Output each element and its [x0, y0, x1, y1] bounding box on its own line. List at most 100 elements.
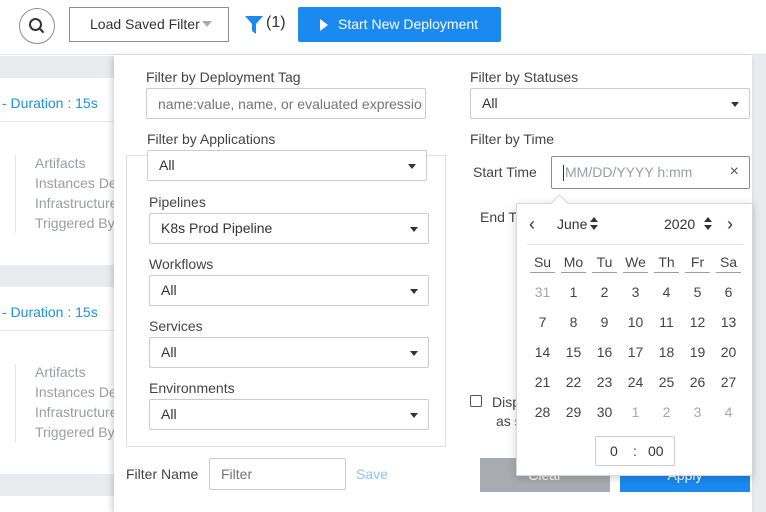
deployment-meta: Artifacts Instances Deployed Infrastruct… [35, 362, 115, 442]
chevron-down-icon [408, 164, 416, 169]
calendar-day[interactable]: 26 [682, 372, 713, 402]
applications-label: Filter by Applications [147, 131, 276, 147]
calendar-day[interactable]: 25 [651, 372, 682, 402]
deployment-duration[interactable]: - Duration : 15s [2, 95, 98, 111]
weekday-label: Sa [716, 252, 741, 273]
time-input[interactable]: 0 : 00 [595, 436, 675, 466]
display-checkbox-label-line1: Display [492, 394, 516, 410]
weekday-label: Fr [685, 252, 710, 273]
load-saved-filter-label: Load Saved Filter [90, 16, 200, 32]
calendar-day[interactable]: 9 [589, 312, 620, 342]
calendar-day[interactable]: 1 [558, 282, 589, 312]
filter-funnel-icon[interactable] [244, 14, 264, 36]
calendar-day[interactable]: 4 [713, 402, 744, 432]
deployment-duration[interactable]: - Duration : 15s [2, 304, 98, 320]
calendar-day[interactable]: 22 [558, 372, 589, 402]
calendar-day[interactable]: 15 [558, 342, 589, 372]
pipelines-select[interactable]: K8s Prod Pipeline [149, 213, 429, 244]
calendar-day[interactable]: 28 [527, 402, 558, 432]
calendar-day[interactable]: 10 [620, 312, 651, 342]
filter-name-label: Filter Name [126, 466, 199, 482]
calendar-day[interactable]: 3 [620, 282, 651, 312]
search-icon [29, 18, 44, 33]
calendar-week: 28 29 30 1 2 3 4 [527, 402, 747, 432]
calendar-day[interactable]: 12 [682, 312, 713, 342]
end-time-label: End Time [480, 209, 516, 225]
start-time-input[interactable]: MM/DD/YYYY h:mm × [551, 156, 750, 189]
calendar-day[interactable]: 27 [713, 372, 744, 402]
calendar-day[interactable]: 2 [589, 282, 620, 312]
calendar-day[interactable]: 16 [589, 342, 620, 372]
workflows-select[interactable]: All [149, 275, 429, 306]
calendar-day[interactable]: 14 [527, 342, 558, 372]
calendar-week: 31 1 2 3 4 5 6 [527, 282, 747, 312]
statuses-select[interactable]: All [470, 88, 750, 119]
sort-updown-icon[interactable] [704, 217, 712, 231]
list-band [0, 474, 115, 496]
services-select[interactable]: All [149, 337, 429, 368]
clear-icon[interactable]: × [730, 163, 739, 181]
calendar-day[interactable]: 31 [527, 282, 558, 312]
chevron-down-icon [410, 289, 418, 294]
deployment-tag-label: Filter by Deployment Tag [146, 69, 301, 85]
chevron-left-icon[interactable]: ‹ [529, 214, 535, 235]
calendar-day[interactable]: 2 [651, 402, 682, 432]
calendar-day[interactable]: 21 [527, 372, 558, 402]
save-filter-link[interactable]: Save [356, 466, 388, 482]
applications-select[interactable]: All [147, 150, 427, 181]
calendar-day[interactable]: 20 [713, 342, 744, 372]
applications-value: All [159, 157, 175, 173]
environments-value: All [161, 406, 177, 422]
weekday-label: Th [654, 252, 679, 273]
chevron-right-icon[interactable]: › [727, 214, 733, 235]
start-new-deployment-button[interactable]: Start New Deployment [298, 7, 501, 42]
load-saved-filter-dropdown[interactable]: Load Saved Filter [69, 7, 229, 42]
deployment-tag-input[interactable] [146, 88, 426, 119]
calendar-day[interactable]: 6 [713, 282, 744, 312]
weekday-header-row: Su Mo Tu We Th Fr Sa [527, 252, 747, 282]
filter-name-input[interactable] [209, 458, 346, 490]
weekday-label: We [623, 252, 648, 273]
calendar-day[interactable]: 24 [620, 372, 651, 402]
minute-field[interactable]: 00 [648, 443, 664, 459]
calendar-day[interactable]: 11 [651, 312, 682, 342]
display-checkbox[interactable] [470, 395, 482, 407]
calendar-day[interactable]: 17 [620, 342, 651, 372]
calendar-day[interactable]: 30 [589, 402, 620, 432]
divider [15, 155, 16, 233]
month-select[interactable]: June [557, 216, 587, 232]
sort-updown-icon[interactable] [590, 217, 598, 231]
calendar-day[interactable]: 29 [558, 402, 589, 432]
calendar-day[interactable]: 19 [682, 342, 713, 372]
calendar-day[interactable]: 5 [682, 282, 713, 312]
calendar-day[interactable]: 8 [558, 312, 589, 342]
calendar-day[interactable]: 4 [651, 282, 682, 312]
calendar-day[interactable]: 7 [527, 312, 558, 342]
workflows-label: Workflows [149, 256, 214, 272]
meta-infrastructure: Infrastructure [35, 404, 115, 420]
page-edge [752, 55, 766, 512]
start-time-placeholder: MM/DD/YYYY h:mm [565, 164, 693, 180]
calendar-grid: Su Mo Tu We Th Fr Sa 31 1 2 3 4 5 6 7 8 … [527, 252, 747, 432]
year-select[interactable]: 2020 [664, 216, 695, 232]
divider [0, 330, 115, 331]
display-checkbox-label-line2: as s [496, 413, 516, 429]
divider [527, 244, 743, 245]
calendar-day[interactable]: 18 [651, 342, 682, 372]
divider [0, 121, 115, 122]
calendar-day[interactable]: 23 [589, 372, 620, 402]
list-band [0, 56, 115, 78]
chevron-down-icon [410, 413, 418, 418]
meta-infrastructure: Infrastructure [35, 195, 115, 211]
weekday-label: Mo [561, 252, 586, 273]
date-picker-popup: ‹ June 2020 › Su Mo Tu We Th Fr Sa 31 1 … [516, 203, 753, 476]
calendar-day[interactable]: 13 [713, 312, 744, 342]
hour-field[interactable]: 0 [610, 443, 618, 459]
services-label: Services [149, 318, 203, 334]
calendar-day[interactable]: 3 [682, 402, 713, 432]
calendar-day[interactable]: 1 [620, 402, 651, 432]
time-filter-label: Filter by Time [470, 131, 555, 147]
weekday-label: Su [530, 252, 555, 273]
environments-select[interactable]: All [149, 399, 429, 430]
search-button[interactable] [19, 8, 55, 44]
